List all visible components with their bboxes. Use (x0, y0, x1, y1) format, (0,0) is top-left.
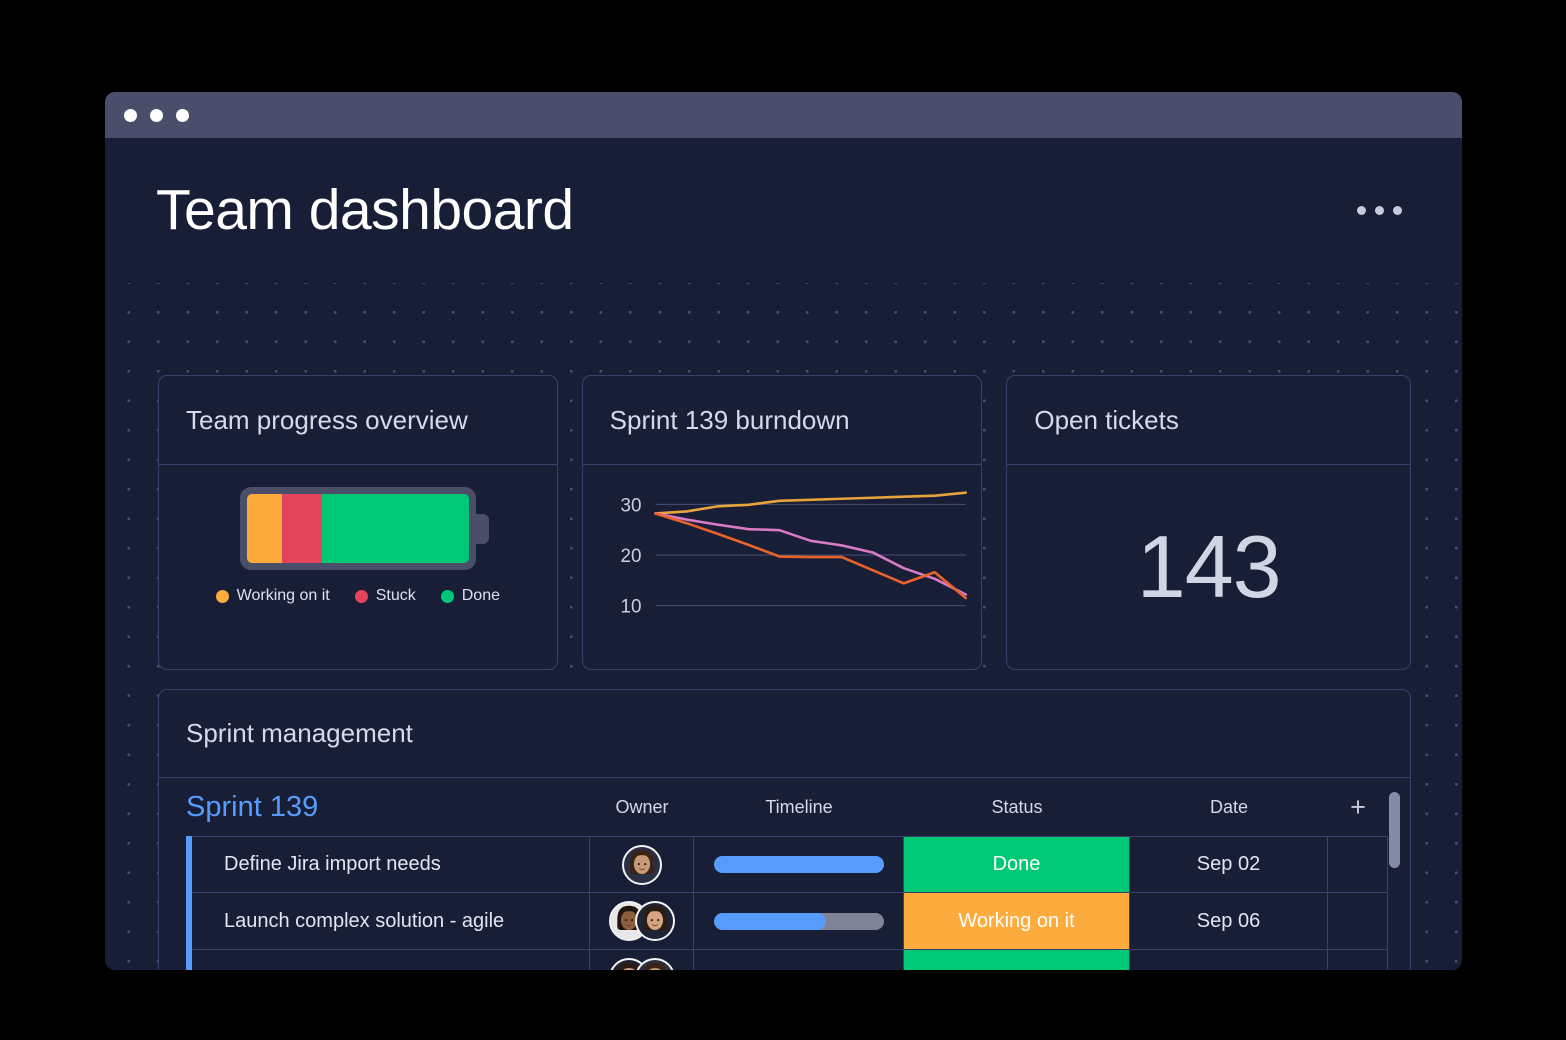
timeline-bar (713, 856, 884, 873)
cell-timeline[interactable] (694, 836, 904, 893)
cell-date[interactable] (1130, 950, 1328, 970)
table-row[interactable]: Define Jira import needs Done Sep 02 (186, 836, 1410, 893)
chart-series-scope (653, 491, 967, 515)
board-header-row: Sprint 139 Owner Timeline Status Date + (186, 778, 1410, 836)
widget-row: Team progress overview Working on it Stuc… (158, 375, 1411, 670)
legend-swatch-icon (354, 589, 368, 603)
add-column-button[interactable]: + (1328, 791, 1388, 822)
dot-1 (1357, 206, 1366, 215)
window-titlebar (105, 92, 1462, 138)
card-body: 10 20 30 (583, 465, 982, 669)
battery-widget (159, 487, 557, 570)
battery-legend: Working on it Stuck Done (159, 587, 557, 605)
panel-title: Sprint management (186, 718, 413, 748)
group-title[interactable]: Sprint 139 (186, 791, 590, 824)
status-badge[interactable]: Working on it (904, 893, 1130, 950)
card-header: Open tickets (1007, 376, 1410, 465)
app-window: Team dashboard Team progress overview Wo… (105, 92, 1462, 970)
cell-empty[interactable] (1328, 893, 1388, 950)
card-open-tickets: Open tickets 143 (1006, 375, 1411, 670)
page-header: Team dashboard (105, 138, 1462, 283)
cell-owner[interactable] (590, 950, 694, 970)
board-rows: Define Jira import needs Done Sep 02 Launch… (186, 836, 1410, 970)
card-title: Open tickets (1034, 404, 1179, 435)
battery-segment-stuck (282, 494, 323, 563)
column-header-timeline[interactable]: Timeline (694, 797, 904, 818)
open-tickets-value: 143 (1136, 517, 1282, 616)
burndown-chart: 10 20 30 (583, 465, 982, 669)
cell-task-name[interactable]: Launch complex solution - agile (192, 893, 590, 950)
card-title: Sprint 139 burndown (609, 404, 850, 435)
avatar-group (608, 958, 675, 970)
dot-3 (1393, 206, 1402, 215)
legend-label: Stuck (375, 587, 416, 604)
card-header: Sprint 139 burndown (582, 376, 982, 465)
scrollbar-thumb[interactable] (1389, 792, 1400, 868)
avatar[interactable] (621, 844, 662, 885)
cell-task-name[interactable] (192, 950, 590, 970)
panel-sprint-management: Sprint management Sprint 139 Owner Timel… (158, 689, 1411, 970)
dashboard-canvas: Team dashboard Team progress overview Wo… (105, 138, 1462, 970)
timeline-bar-fill (713, 856, 884, 873)
status-badge[interactable]: Done (904, 950, 1130, 970)
avatar[interactable] (634, 901, 675, 941)
board-scrollbar[interactable] (1389, 792, 1400, 970)
table-row[interactable]: Done (186, 950, 1410, 970)
cell-date[interactable]: Sep 06 (1130, 893, 1328, 950)
legend-item: Stuck (354, 587, 416, 605)
legend-swatch-icon (215, 589, 229, 603)
y-axis-tick-label: 30 (620, 495, 641, 516)
plus-icon: + (1350, 791, 1366, 822)
chart-series-ideal (653, 512, 967, 596)
battery-segment-working-on-it (246, 494, 283, 563)
legend-item: Done (440, 587, 500, 605)
avatar-group (608, 901, 675, 941)
cell-task-name[interactable]: Define Jira import needs (192, 836, 590, 893)
y-axis-tick-label: 20 (620, 546, 641, 567)
cell-timeline[interactable] (694, 893, 904, 950)
cell-timeline[interactable] (694, 950, 904, 970)
timeline-bar (713, 912, 884, 930)
column-header-status[interactable]: Status (904, 797, 1130, 818)
card-body: Working on it Stuck Done (159, 465, 557, 669)
card-header: Team progress overview (159, 376, 557, 465)
cell-empty[interactable] (1328, 836, 1388, 893)
timeline-bar (713, 969, 884, 970)
board: Sprint 139 Owner Timeline Status Date + … (159, 778, 1410, 970)
card-team-progress: Team progress overview Working on it Stuc… (158, 375, 558, 670)
status-badge[interactable]: Done (904, 836, 1130, 893)
column-header-date[interactable]: Date (1130, 797, 1328, 818)
more-options-icon[interactable] (1353, 196, 1406, 225)
avatar-group (621, 844, 662, 885)
card-sprint-burndown: Sprint 139 burndown 10 20 30 (581, 375, 983, 670)
card-title: Team progress overview (186, 404, 468, 435)
panel-header: Sprint management (159, 690, 1410, 778)
table-row[interactable]: Launch complex solution - agile Working o… (186, 893, 1410, 950)
column-header-owner[interactable]: Owner (590, 797, 694, 818)
cell-owner[interactable] (590, 893, 694, 950)
legend-label: Done (461, 587, 500, 604)
window-dot-maximize[interactable] (176, 108, 189, 122)
timeline-bar-fill (713, 969, 870, 970)
cell-date[interactable]: Sep 02 (1130, 836, 1328, 893)
battery-shell (239, 487, 489, 570)
card-body: 143 (1007, 465, 1410, 669)
chart-series-actual (653, 512, 967, 600)
timeline-bar-fill (713, 912, 826, 930)
window-dot-close[interactable] (124, 108, 137, 122)
legend-label: Working on it (236, 587, 330, 604)
dot-2 (1375, 206, 1384, 215)
avatar[interactable] (634, 958, 675, 970)
battery-segment-done (322, 494, 469, 563)
y-axis-tick-label: 10 (620, 597, 641, 618)
legend-swatch-icon (440, 589, 454, 603)
cell-empty[interactable] (1328, 950, 1388, 970)
window-dot-minimize[interactable] (150, 108, 163, 122)
page-title: Team dashboard (156, 178, 574, 242)
legend-item: Working on it (215, 587, 330, 605)
cell-owner[interactable] (590, 836, 694, 893)
